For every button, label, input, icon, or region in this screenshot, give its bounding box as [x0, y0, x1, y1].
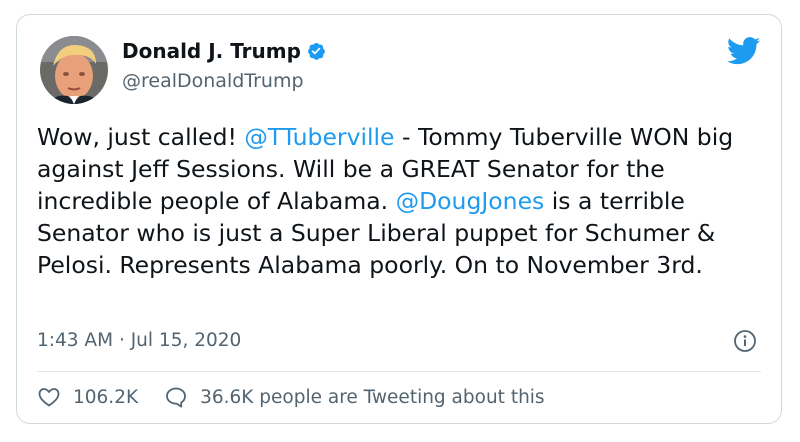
display-name[interactable]: Donald J. Trump: [122, 39, 301, 63]
info-icon[interactable]: [733, 329, 757, 353]
tweet-card[interactable]: Donald J. Trump @realDonaldTrump Wow, ju…: [16, 14, 782, 424]
verified-badge-icon: [306, 41, 326, 61]
tweet-time[interactable]: 1:43 AM: [37, 330, 113, 351]
speech-bubble-icon: [166, 387, 186, 408]
author-name-row[interactable]: Donald J. Trump: [122, 39, 326, 63]
tweet-actions: 106.2K 36.6K people are Tweeting about t…: [37, 385, 571, 409]
tweeting-about-text[interactable]: 36.6K people are Tweeting about this: [200, 387, 544, 408]
profile-photo: [40, 36, 108, 104]
tweet-date[interactable]: Jul 15, 2020: [131, 330, 242, 351]
heart-icon: [38, 388, 60, 407]
tweet-timestamp[interactable]: 1:43 AM · Jul 15, 2020: [37, 330, 241, 351]
avatar[interactable]: [40, 36, 108, 104]
tweet-text-segment: Wow, just called!: [37, 123, 245, 151]
tweeting-about-action[interactable]: 36.6K people are Tweeting about this: [164, 385, 545, 409]
author-handle[interactable]: @realDonaldTrump: [122, 70, 304, 92]
twitter-bird-icon[interactable]: [726, 37, 761, 65]
tweet-text: Wow, just called! @TTuberville - Tommy T…: [37, 121, 767, 281]
divider: [37, 371, 761, 372]
like-count[interactable]: 106.2K: [73, 387, 138, 408]
like-action[interactable]: 106.2K: [37, 385, 138, 409]
timestamp-separator: ·: [118, 330, 125, 351]
mention-link-dougjones[interactable]: @DougJones: [396, 187, 545, 215]
mention-link-ttuberville[interactable]: @TTuberville: [244, 123, 394, 151]
